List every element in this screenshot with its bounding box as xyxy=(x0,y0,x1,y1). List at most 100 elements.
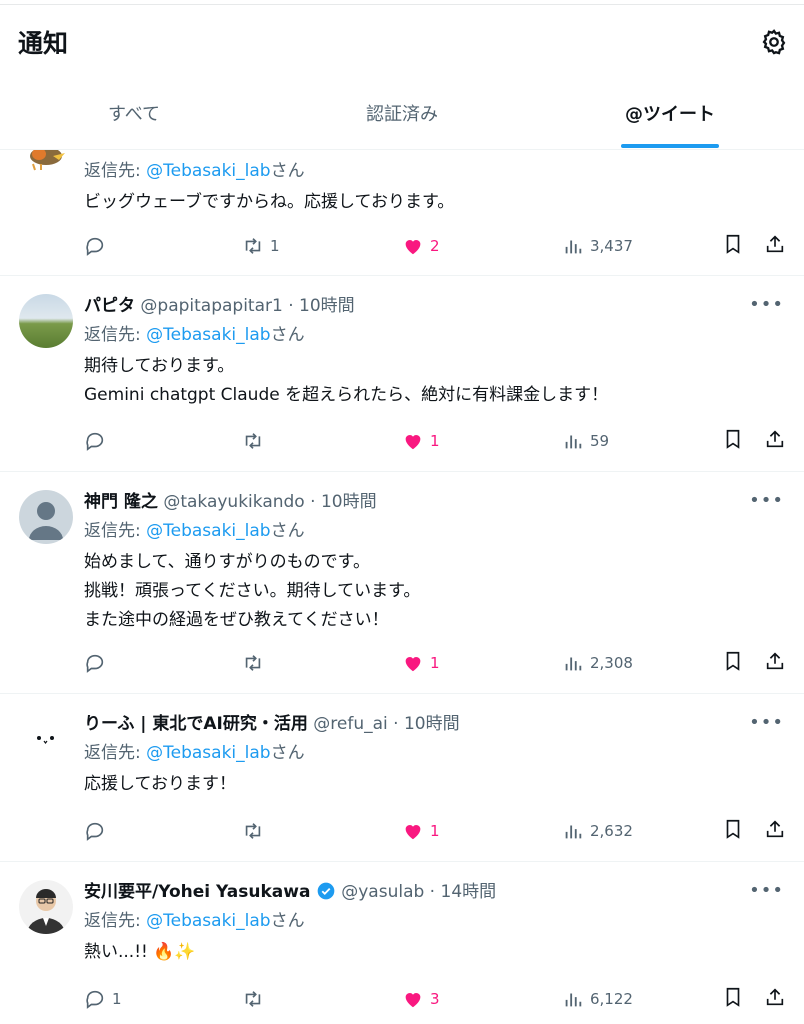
analytics-icon xyxy=(565,657,582,671)
reply-to: 返信先: @Tebasaki_labさん xyxy=(84,743,305,763)
handle[interactable]: @takayukikando xyxy=(163,492,304,512)
timestamp[interactable]: 10時間 xyxy=(321,492,377,512)
like-button[interactable]: 2 xyxy=(402,233,440,259)
bookmark-icon[interactable] xyxy=(722,428,744,450)
reply-button[interactable] xyxy=(84,428,112,454)
page-title: 通知 xyxy=(18,29,69,58)
reply-to: 返信先: @Tebasaki_labさん xyxy=(84,161,305,181)
handle[interactable]: @papitapapitar1 xyxy=(140,296,282,316)
reply-icon xyxy=(86,237,104,256)
tweet[interactable]: ••• パピタ @papitapapitar1 · 10時間 返信先: @Teb… xyxy=(0,276,804,472)
mention-link[interactable]: @Tebasaki_lab xyxy=(146,325,270,345)
views-button[interactable]: 59 xyxy=(562,428,609,454)
bookmark-icon[interactable] xyxy=(722,233,744,255)
reply-icon xyxy=(86,822,104,841)
reply-to: 返信先: @Tebasaki_labさん xyxy=(84,911,305,931)
avatar[interactable] xyxy=(19,712,73,766)
share-icon[interactable] xyxy=(764,233,786,255)
mention-link[interactable]: @Tebasaki_lab xyxy=(146,161,270,181)
active-tab-indicator xyxy=(621,144,719,148)
bookmark-icon[interactable] xyxy=(722,986,744,1008)
retweet-icon xyxy=(245,823,261,839)
tab-verified[interactable]: 認証済み xyxy=(268,90,536,150)
reply-to: 返信先: @Tebasaki_labさん xyxy=(84,521,305,541)
bookmark-icon[interactable] xyxy=(722,818,744,840)
display-name[interactable]: 安川要平/Yohei Yasukawa xyxy=(84,882,310,902)
display-name[interactable]: 神門 隆之 xyxy=(84,492,158,512)
tab-all[interactable]: すべて xyxy=(0,90,268,150)
analytics-icon xyxy=(565,993,582,1007)
divider xyxy=(0,4,804,5)
tweet-actions: 1 2,632 xyxy=(84,818,786,844)
share-icon[interactable] xyxy=(764,428,786,450)
tweet-text: 熱い...!! 🔥✨ xyxy=(84,942,196,962)
analytics-icon xyxy=(565,825,582,839)
heart-icon xyxy=(405,435,421,450)
tweet-feed: 返信先: @Tebasaki_labさん ビッグウェーブですからね。応援しており… xyxy=(0,147,804,1024)
tab-mentions[interactable]: @ツイート xyxy=(536,90,804,150)
reply-button[interactable] xyxy=(84,650,112,676)
tweet[interactable]: 返信先: @Tebasaki_labさん ビッグウェーブですからね。応援しており… xyxy=(0,147,804,276)
tweet-actions: 1 2 3,437 xyxy=(84,233,786,259)
tweet[interactable]: ••• りーふ | 東北でAI研究・活用 @refu_ai · 10時間 返信先… xyxy=(0,694,804,862)
tweet-text: 応援しております！ xyxy=(84,774,236,794)
retweet-icon xyxy=(245,238,261,254)
analytics-icon xyxy=(565,435,582,449)
share-icon[interactable] xyxy=(764,986,786,1008)
tab-bar: すべて 認証済み @ツイート xyxy=(0,90,804,150)
retweet-button[interactable] xyxy=(242,986,270,1012)
tweet-actions: 1 59 xyxy=(84,428,786,454)
reply-button[interactable] xyxy=(84,233,112,259)
tweet[interactable]: ••• 安川要平/Yohei Yasukawa @yasulab · 14時間 … xyxy=(0,862,804,1024)
like-button[interactable]: 1 xyxy=(402,428,440,454)
retweet-icon xyxy=(245,991,261,1007)
tweet-text: 始めまして、通りすがりのものです。 挑戦！頑張ってください。期待しています。 また途… xyxy=(84,552,421,630)
retweet-button[interactable] xyxy=(242,428,270,454)
verified-badge-icon xyxy=(317,882,335,900)
retweet-icon xyxy=(245,655,261,671)
avatar[interactable] xyxy=(19,294,73,348)
handle[interactable]: @yasulab xyxy=(341,882,424,902)
retweet-button[interactable] xyxy=(242,650,270,676)
tweet-actions: 1 2,308 xyxy=(84,650,786,676)
gear-icon[interactable] xyxy=(760,28,788,56)
display-name[interactable]: りーふ | 東北でAI研究・活用 xyxy=(84,714,308,734)
reply-button[interactable]: 1 xyxy=(84,986,122,1012)
views-button[interactable]: 2,308 xyxy=(562,650,633,676)
like-button[interactable]: 1 xyxy=(402,818,440,844)
tweet-text: ビッグウェーブですからね。応援しております。 xyxy=(84,192,455,212)
views-button[interactable]: 3,437 xyxy=(562,233,633,259)
handle[interactable]: @refu_ai xyxy=(313,714,387,734)
mention-link[interactable]: @Tebasaki_lab xyxy=(146,743,270,763)
share-icon[interactable] xyxy=(764,650,786,672)
timestamp[interactable]: 10時間 xyxy=(299,296,355,316)
timestamp[interactable]: 10時間 xyxy=(404,714,460,734)
reply-icon xyxy=(86,990,104,1009)
avatar[interactable] xyxy=(19,880,73,934)
retweet-button[interactable]: 1 xyxy=(242,233,280,259)
notifications-header: 通知 すべて 認証済み @ツイート xyxy=(0,0,804,150)
views-button[interactable]: 2,632 xyxy=(562,818,633,844)
analytics-icon xyxy=(565,240,582,254)
retweet-button[interactable] xyxy=(242,818,270,844)
reply-icon xyxy=(86,432,104,451)
tweet[interactable]: ••• 神門 隆之 @takayukikando · 10時間 返信先: @Te… xyxy=(0,472,804,694)
like-button[interactable]: 3 xyxy=(402,986,440,1012)
reply-icon xyxy=(86,654,104,673)
mention-link[interactable]: @Tebasaki_lab xyxy=(146,911,270,931)
tweet-text: 期待しております。 Gemini chatgpt Claude を超えられたら、絶… xyxy=(84,356,609,405)
reply-button[interactable] xyxy=(84,818,112,844)
display-name[interactable]: パピタ xyxy=(84,296,135,316)
bookmark-icon[interactable] xyxy=(722,650,744,672)
retweet-icon xyxy=(245,433,261,449)
views-button[interactable]: 6,122 xyxy=(562,986,633,1012)
share-icon[interactable] xyxy=(764,818,786,840)
mention-link[interactable]: @Tebasaki_lab xyxy=(146,521,270,541)
avatar[interactable] xyxy=(19,490,73,544)
heart-icon xyxy=(405,240,421,255)
heart-icon xyxy=(405,993,421,1008)
heart-icon xyxy=(405,825,421,840)
like-button[interactable]: 1 xyxy=(402,650,440,676)
timestamp[interactable]: 14時間 xyxy=(441,882,497,902)
heart-icon xyxy=(405,657,421,672)
